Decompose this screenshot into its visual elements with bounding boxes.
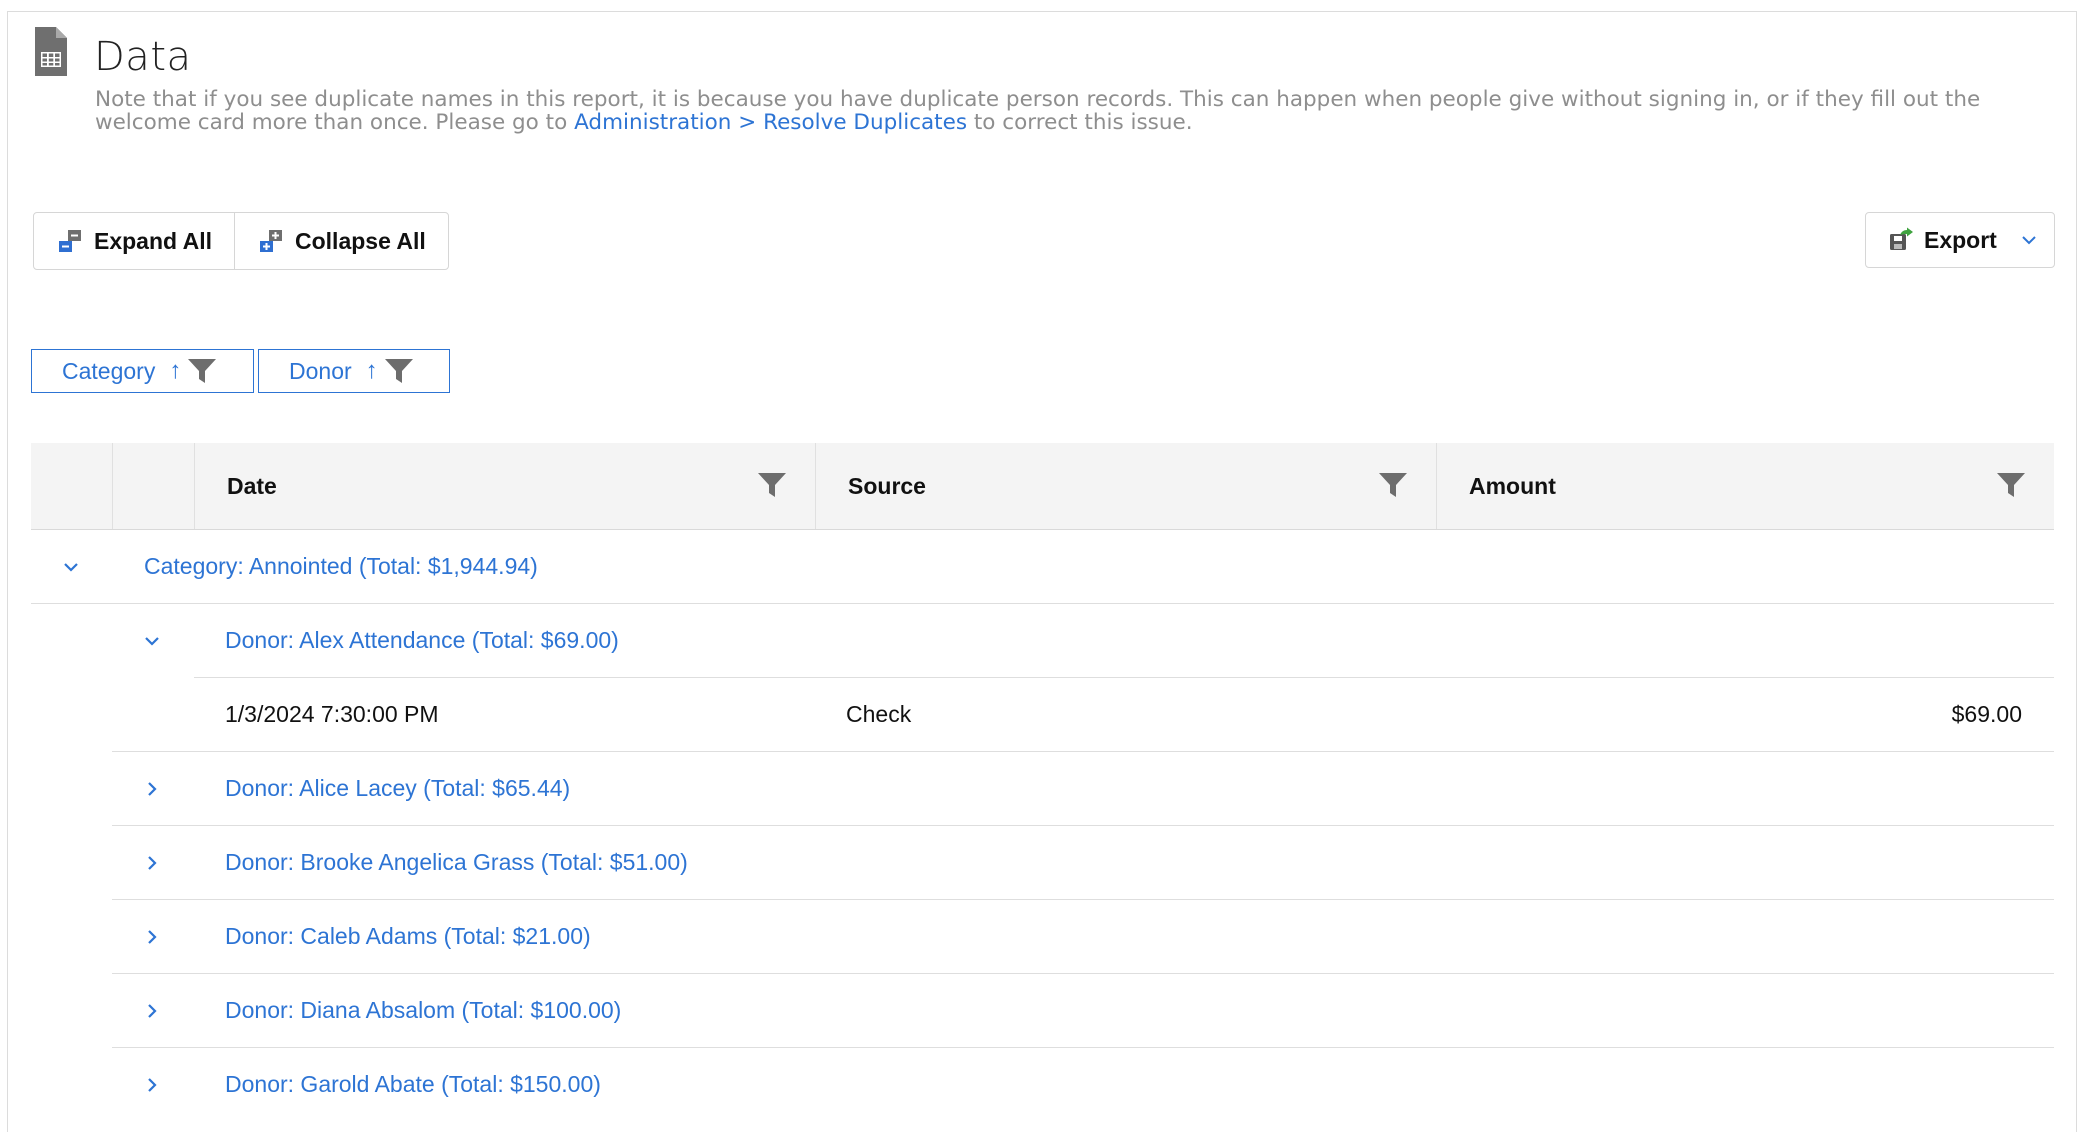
page-title: Data bbox=[94, 34, 192, 80]
column-title: Source bbox=[848, 473, 926, 499]
table-row[interactable]: 1/3/2024 7:30:00 PM Check $69.00 bbox=[112, 678, 2054, 752]
column-header-date[interactable]: Date bbox=[194, 443, 815, 529]
group-row-donor[interactable]: Donor: Alice Lacey (Total: $65.44) bbox=[112, 752, 2054, 826]
duplicate-note: Note that if you see duplicate names in … bbox=[95, 88, 2055, 134]
chevron-right-icon[interactable] bbox=[137, 996, 167, 1026]
group-row-label: Category: Annointed (Total: $1,944.94) bbox=[144, 553, 538, 579]
group-row-label: Donor: Brooke Angelica Grass (Total: $51… bbox=[225, 849, 688, 875]
filter-icon[interactable] bbox=[1378, 471, 1408, 499]
cell-amount: $69.00 bbox=[1951, 701, 2022, 727]
group-chip-label: Donor bbox=[289, 357, 352, 384]
group-chip-label: Category bbox=[62, 357, 156, 384]
group-chip-donor[interactable]: Donor ↑ bbox=[258, 349, 450, 393]
column-title: Amount bbox=[1469, 473, 1556, 499]
group-row-donor[interactable]: Donor: Alex Attendance (Total: $69.00) bbox=[145, 604, 2054, 678]
group-chip-category[interactable]: Category ↑ bbox=[31, 349, 254, 393]
group-row-category[interactable]: Category: Annointed (Total: $1,944.94) bbox=[31, 530, 2054, 604]
chevron-right-icon[interactable] bbox=[137, 1070, 167, 1100]
chevron-down-icon[interactable] bbox=[137, 626, 167, 656]
group-row-label: Donor: Garold Abate (Total: $150.00) bbox=[225, 1071, 601, 1097]
cell-date: 1/3/2024 7:30:00 PM bbox=[225, 701, 439, 727]
spreadsheet-document-icon bbox=[35, 27, 67, 76]
group-row-donor[interactable]: Donor: Diana Absalom (Total: $100.00) bbox=[112, 974, 2054, 1048]
filter-icon[interactable] bbox=[384, 357, 414, 385]
group-row-label: Donor: Caleb Adams (Total: $21.00) bbox=[225, 923, 591, 949]
export-label: Export bbox=[1924, 226, 1997, 253]
export-button[interactable]: Export bbox=[1865, 212, 2055, 268]
sort-ascending-icon[interactable]: ↑ bbox=[169, 357, 181, 385]
resolve-duplicates-link[interactable]: Administration > Resolve Duplicates bbox=[574, 110, 967, 135]
group-row-label: Donor: Alex Attendance (Total: $69.00) bbox=[225, 627, 619, 653]
cell-source: Check bbox=[846, 701, 912, 727]
group-row-label: Donor: Diana Absalom (Total: $100.00) bbox=[225, 997, 622, 1023]
data-grid: Date Source Amount Category: Annointed (… bbox=[31, 443, 2054, 1097]
collapse-all-label: Collapse All bbox=[295, 227, 426, 254]
expand-all-button[interactable]: Expand All bbox=[34, 213, 234, 269]
expand-all-label: Expand All bbox=[94, 227, 212, 254]
column-header-amount[interactable]: Amount bbox=[1436, 443, 2054, 529]
grid-header: Date Source Amount bbox=[31, 443, 2054, 530]
group-row-donor[interactable]: Donor: Brooke Angelica Grass (Total: $51… bbox=[112, 826, 2054, 900]
export-icon bbox=[1890, 227, 1913, 250]
note-text-end: to correct this issue. bbox=[967, 110, 1193, 135]
expand-collapse-group: Expand All Collapse All bbox=[33, 212, 449, 270]
collapse-all-button[interactable]: Collapse All bbox=[234, 213, 448, 269]
group-indent-header bbox=[112, 443, 194, 529]
group-row-donor[interactable]: Donor: Caleb Adams (Total: $21.00) bbox=[112, 900, 2054, 974]
column-title: Date bbox=[227, 473, 277, 499]
column-header-source[interactable]: Source bbox=[815, 443, 1436, 529]
chevron-right-icon[interactable] bbox=[137, 922, 167, 952]
filter-icon[interactable] bbox=[187, 357, 217, 385]
group-row-donor[interactable]: Donor: Garold Abate (Total: $150.00) bbox=[112, 1048, 2054, 1122]
chevron-right-icon[interactable] bbox=[137, 848, 167, 878]
sort-ascending-icon[interactable]: ↑ bbox=[366, 357, 378, 385]
group-row-label: Donor: Alice Lacey (Total: $65.44) bbox=[225, 775, 571, 801]
chevron-right-icon[interactable] bbox=[137, 774, 167, 804]
filter-icon[interactable] bbox=[757, 471, 787, 499]
collapse-all-icon bbox=[260, 230, 282, 252]
chevron-down-icon[interactable] bbox=[2020, 231, 2038, 249]
expand-all-icon bbox=[59, 230, 81, 252]
filter-icon[interactable] bbox=[1996, 471, 2026, 499]
chevron-down-icon[interactable] bbox=[56, 552, 86, 582]
